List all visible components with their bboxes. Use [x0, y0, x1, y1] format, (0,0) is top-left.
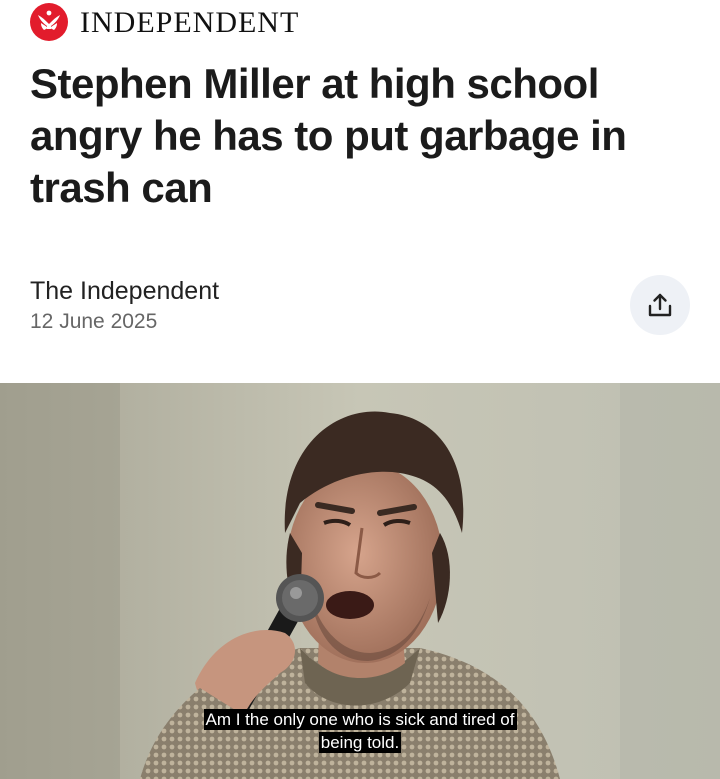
subtitle-line-2: being told. [318, 732, 402, 753]
brand-wordmark: INDEPENDENT [80, 6, 300, 39]
subtitle-line-1: Am I the only one who is sick and tired … [203, 709, 517, 730]
share-button[interactable] [630, 275, 690, 335]
publish-date: 12 June 2025 [30, 310, 158, 333]
article-headline: Stephen Miller at high school angry he h… [30, 60, 627, 211]
video-subtitle: Am I the only one who is sick and tired … [0, 709, 720, 753]
publisher-name[interactable]: The Independent [30, 276, 219, 306]
byline: The Independent 12 June 2025 [30, 276, 219, 336]
eagle-logo-icon [30, 3, 68, 41]
masthead[interactable]: INDEPENDENT [30, 3, 300, 41]
share-icon [648, 293, 672, 317]
